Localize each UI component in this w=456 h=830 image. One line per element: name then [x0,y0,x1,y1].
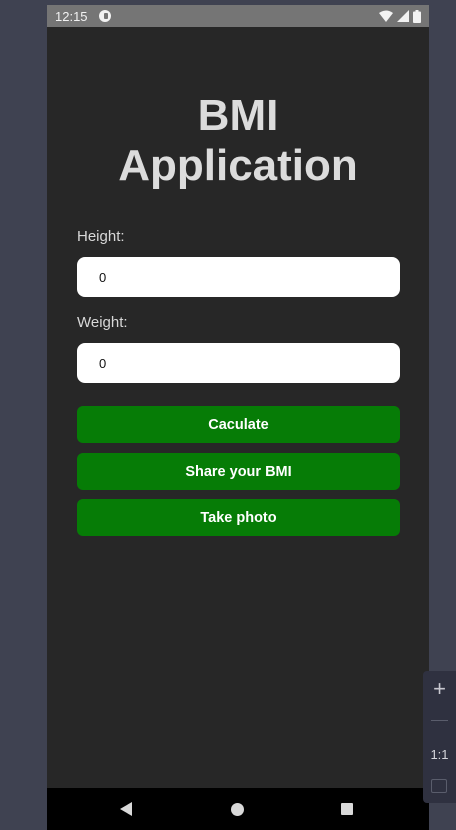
navigation-bar [47,788,429,830]
take-photo-button[interactable]: Take photo [77,499,400,536]
notification-app-icon [99,10,111,22]
title-line-1: BMI [197,91,279,140]
back-icon[interactable] [120,802,132,816]
status-bar: 12:15 [47,5,429,27]
zoom-ratio-button[interactable]: 1:1 [423,747,456,762]
phone-screen: 12:15 BMI Application Height: Weight: [47,5,429,830]
status-icons [379,9,421,23]
status-time: 12:15 [55,9,88,24]
battery-icon [413,9,421,23]
recents-icon[interactable] [341,803,353,815]
title-line-2: Application [118,141,358,190]
zoom-out-icon[interactable] [431,720,448,721]
weight-input[interactable] [77,343,400,383]
weight-label: Weight: [77,314,128,331]
wifi-icon [379,10,393,22]
home-icon[interactable] [231,803,244,816]
page-title: BMI Application [47,91,429,191]
emulator-window: 12:15 BMI Application Height: Weight: [0,0,456,830]
calculate-button[interactable]: Caculate [77,406,400,443]
zoom-panel: + 1:1 [423,671,456,803]
height-input[interactable] [77,257,400,297]
zoom-fit-icon[interactable] [431,779,447,793]
share-bmi-button[interactable]: Share your BMI [77,453,400,490]
signal-icon [397,10,409,22]
zoom-in-icon[interactable]: + [423,677,456,701]
height-label: Height: [77,228,125,245]
